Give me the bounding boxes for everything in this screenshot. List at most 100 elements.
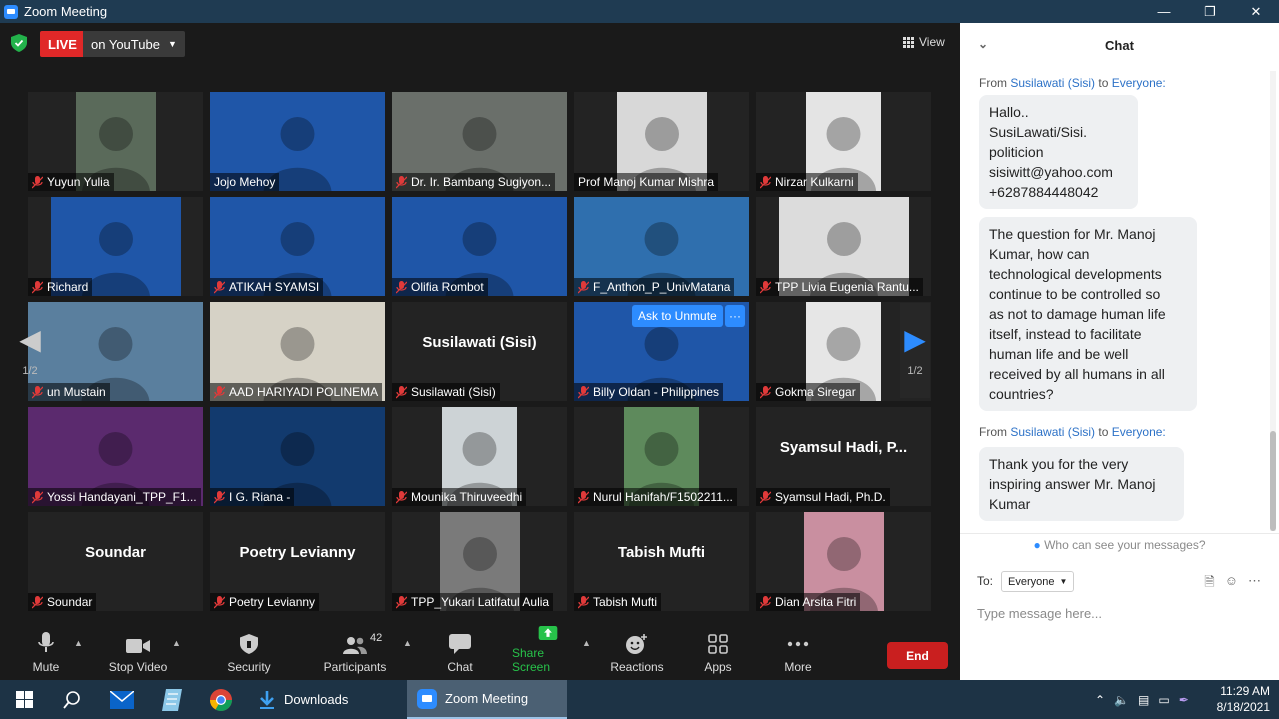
window-titlebar: Zoom Meeting — ❐ ✕ [0,0,1279,23]
battery-icon[interactable]: ▭ [1158,693,1169,707]
chevron-up-icon[interactable]: ⌃ [1095,693,1105,707]
taskbar-zoom-meeting[interactable]: Zoom Meeting [407,680,567,719]
apps-button[interactable]: Apps [697,626,739,680]
share-options-caret[interactable]: ▲ [582,638,591,648]
reactions-button[interactable]: Reactions [609,626,665,680]
participant-name: TPP Livia Eugenia Rantu... [775,280,919,294]
participant-tile[interactable]: Jojo Mehoy [210,92,385,191]
recipient-name[interactable]: Everyone: [1112,76,1166,90]
message-input[interactable] [977,602,1267,624]
participant-tile[interactable]: Olifia Rombot [392,197,567,296]
participant-name: TPP_Yukari Latifatul Aulia [411,595,550,609]
mic-muted-icon [578,385,589,398]
file-icon[interactable]: 🗎 [1204,573,1214,595]
emoji-icon[interactable]: ☺ [1225,573,1238,595]
participant-tile[interactable]: F_Anthon_P_UnivMatana [574,197,749,296]
prev-page-button[interactable]: ◀ 1/2 [0,303,60,398]
more-button[interactable]: More [778,626,818,680]
participant-name-bar: F_Anthon_P_UnivMatana [574,278,735,296]
participant-name-bar: Yossi Handayani_TPP_F1... [28,488,201,506]
stop-video-button[interactable]: Stop Video [104,626,172,680]
zoom-icon [417,688,437,709]
chat-messages[interactable]: From Susilawati (Sisi) to Everyone: Hall… [960,67,1279,534]
participant-tile[interactable]: Richard [28,197,203,296]
participant-display-name: Tabish Mufti [617,543,706,561]
participant-tile[interactable]: Syamsul Hadi, P... Syamsul Hadi, Ph.D. [756,407,931,506]
participant-tile[interactable]: Nurul Hanifah/F1502211... [574,407,749,506]
sender-name[interactable]: Susilawati (Sisi) [1010,425,1095,439]
chat-label: Chat [447,660,473,674]
mail-app[interactable] [98,680,146,719]
participant-tile[interactable]: Nirzar Kulkarni [756,92,931,191]
chat-message: Thank you for the very inspiring answer … [979,447,1184,521]
participant-tile[interactable]: ATIKAH SYAMSI [210,197,385,296]
chat-button[interactable]: Chat [440,626,480,680]
network-icon[interactable]: ▤ [1138,693,1149,707]
chat-scrollbar[interactable] [1270,71,1276,531]
taskbar-downloads[interactable]: Downloads [248,680,403,719]
mic-muted-icon [396,490,407,503]
search-button[interactable] [48,680,96,719]
pen-icon[interactable]: ✒ [1179,693,1189,707]
notes-app[interactable] [148,680,196,719]
participant-name: Billy Oldan - Philippines [593,385,720,399]
chat-bubble-icon [449,634,471,654]
participant-name: Nirzar Kulkarni [775,175,854,189]
ask-to-unmute-button[interactable]: Ask to Unmute [632,305,723,327]
participants-icon [343,637,367,654]
participant-name-bar: I G. Riana - [210,488,295,506]
participant-tile[interactable]: Prof Manoj Kumar Mishra [574,92,749,191]
view-button[interactable]: View [903,35,945,49]
participant-name: Dian Arsita Fitri [775,595,857,609]
mic-muted-icon [214,385,225,398]
end-meeting-button[interactable]: End [887,642,948,669]
participant-name-bar: Tabish Mufti [574,593,662,611]
stream-target-dropdown[interactable]: on YouTube ▼ [83,31,185,57]
who-can-see-label: Who can see your messages? [1044,538,1206,552]
sender-name[interactable]: Susilawati (Sisi) [1010,76,1095,90]
participant-tile[interactable]: Billy Oldan - Philippines Ask to Unmute ··… [574,302,749,401]
share-screen-button[interactable]: Share Screen [512,626,584,680]
participant-tile[interactable]: Dr. Ir. Bambang Sugiyon... [392,92,567,191]
participant-tile[interactable]: Poetry Levianny Poetry Levianny [210,512,385,611]
close-button[interactable]: ✕ [1233,0,1279,23]
recipient-select[interactable]: Everyone ▼ [1001,571,1075,592]
participant-tile[interactable]: I G. Riana - [210,407,385,506]
participant-tile[interactable]: Mounika Thiruveedhi [392,407,567,506]
message-line: technological developments [989,266,1162,282]
minimize-button[interactable]: — [1141,0,1187,23]
recipient-name[interactable]: Everyone: [1112,425,1166,439]
participant-tile[interactable]: Tabish Mufti Tabish Mufti [574,512,749,611]
scrollbar-thumb[interactable] [1270,431,1276,531]
clock[interactable]: 11:29 AM 8/18/2021 [1210,683,1270,715]
chrome-app[interactable] [197,680,245,719]
notebook-icon [162,688,182,711]
system-tray: ⌃ 🔈 ▤ ▭ ✒ [1095,680,1189,719]
audio-options-caret[interactable]: ▲ [74,638,83,648]
next-page-button[interactable]: ▶ 1/2 [900,303,930,398]
participant-tile[interactable]: Soundar Soundar [28,512,203,611]
speaker-icon[interactable]: 🔈 [1114,693,1129,707]
participant-tile[interactable]: Susilawati (Sisi) Susilawati (Sisi) [392,302,567,401]
live-indicator[interactable]: LIVE [40,31,85,57]
security-label: Security [227,660,271,674]
participant-tile[interactable]: Yossi Handayani_TPP_F1... [28,407,203,506]
participant-tile[interactable]: AAD HARIYADI POLINEMA [210,302,385,401]
more-dots-icon[interactable]: ⋯ [1248,573,1261,595]
participant-tile[interactable]: TPP Livia Eugenia Rantu... [756,197,931,296]
view-label: View [919,35,945,49]
mute-button[interactable]: Mute [22,626,70,680]
start-button[interactable] [0,680,48,719]
participant-name: Susilawati (Sisi) [411,385,496,399]
who-can-see-link[interactable]: ● Who can see your messages? [960,538,1279,552]
encryption-shield-icon[interactable] [11,34,27,52]
participant-tile[interactable]: Dian Arsita Fitri [756,512,931,611]
restore-button[interactable]: ❐ [1187,0,1233,23]
video-options-caret[interactable]: ▲ [172,638,181,648]
participants-options-caret[interactable]: ▲ [403,638,412,648]
chevron-down-icon[interactable]: ⌄ [978,37,990,51]
tile-more-button[interactable]: ··· [725,305,745,327]
participant-tile[interactable]: TPP_Yukari Latifatul Aulia [392,512,567,611]
security-button[interactable]: Security [224,626,274,680]
participant-tile[interactable]: Yuyun Yulia [28,92,203,191]
